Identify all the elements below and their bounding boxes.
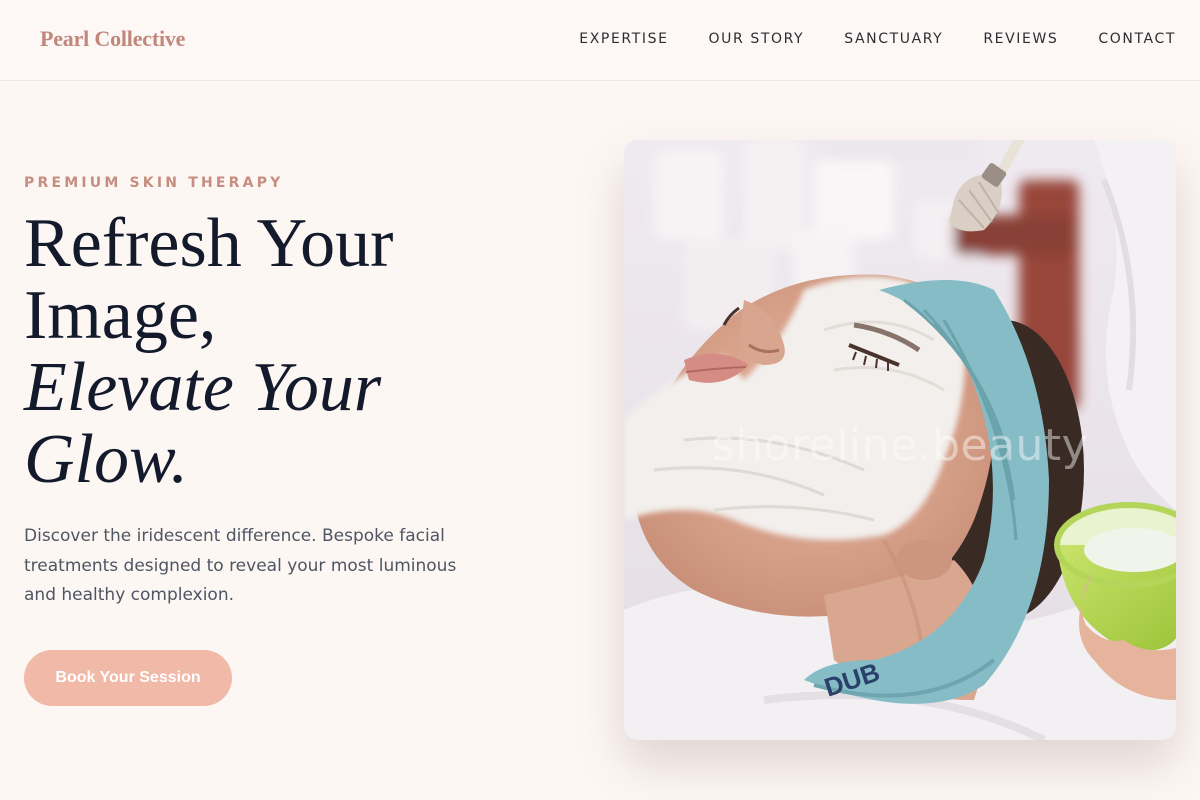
hero-title-line-3: Elevate Your: [24, 349, 382, 426]
hero-title-line-2: Image,: [24, 277, 217, 354]
hero-title-line-4: Glow.: [24, 421, 188, 498]
nav-link-expertise[interactable]: EXPERTISE: [579, 31, 668, 47]
image-watermark: shoreline.beauty: [711, 420, 1089, 471]
hero-eyebrow: PREMIUM SKIN THERAPY: [24, 175, 284, 191]
nav-link-reviews[interactable]: REVIEWS: [983, 31, 1058, 47]
main-nav: EXPERTISE OUR STORY SANCTUARY REVIEWS CO…: [579, 31, 1176, 47]
hero-description: Discover the iridescent difference. Besp…: [24, 526, 457, 605]
nav-link-contact[interactable]: CONTACT: [1098, 31, 1176, 47]
brand-logo[interactable]: Pearl Collective: [40, 26, 185, 52]
hero-title: Refresh Your Image, Elevate Your Glow.: [24, 208, 544, 496]
hero-title-line-1: Refresh Your: [24, 205, 394, 282]
nav-link-our-story[interactable]: OUR STORY: [709, 31, 805, 47]
hero-image: DUB shoreline.beauty: [624, 140, 1176, 740]
nav-link-sanctuary[interactable]: SANCTUARY: [844, 31, 943, 47]
book-session-button[interactable]: Book Your Session: [24, 650, 232, 706]
site-header: Pearl Collective EXPERTISE OUR STORY SAN…: [0, 0, 1200, 81]
